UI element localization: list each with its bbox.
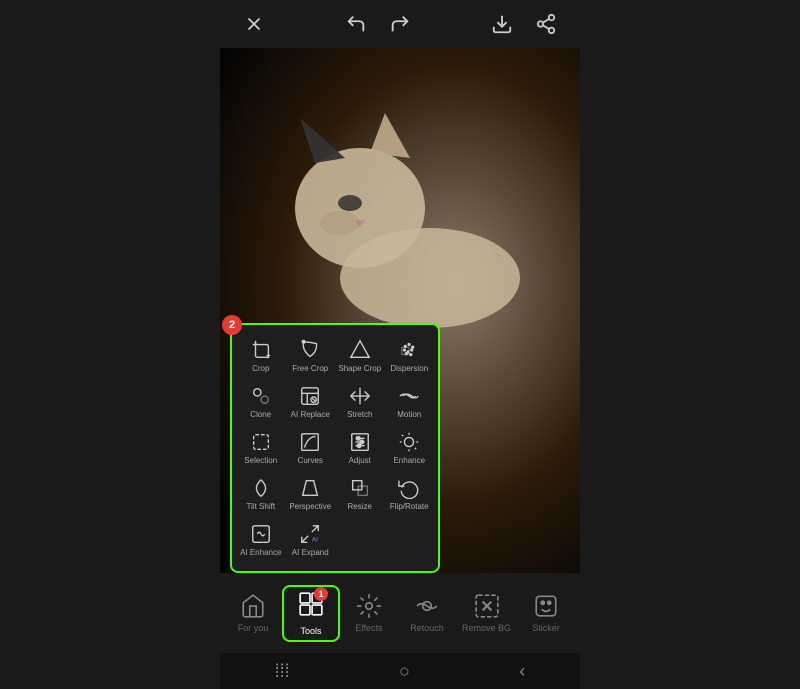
svg-text:AI: AI: [312, 536, 318, 543]
tab-tools[interactable]: 1 Tools: [282, 585, 340, 642]
top-bar-left: [236, 6, 272, 42]
top-bar-center: [338, 6, 418, 42]
share-button[interactable]: [528, 6, 564, 42]
top-bar-right: [484, 6, 564, 42]
tools-panel: 2 Crop Free Crop Shape Crop: [230, 323, 440, 573]
cat-photo-svg: [270, 108, 530, 328]
nav-menu-button[interactable]: ⁞⁞⁞: [275, 661, 290, 682]
tools-badge: 1: [314, 587, 328, 601]
tab-for-you[interactable]: For you: [224, 589, 282, 637]
tool-stretch[interactable]: Stretch: [335, 379, 385, 425]
image-area: 2 Crop Free Crop Shape Crop: [220, 48, 580, 573]
tool-ai-replace[interactable]: AI Replace: [286, 379, 336, 425]
nav-back-button[interactable]: ‹: [519, 661, 525, 682]
tool-tilt-shift[interactable]: Tilt Shift: [236, 471, 286, 517]
tool-crop[interactable]: Crop: [236, 333, 286, 379]
tool-free-crop[interactable]: Free Crop: [286, 333, 336, 379]
redo-button[interactable]: [382, 6, 418, 42]
tools-tab-icon-wrapper: 1: [298, 591, 324, 622]
bottom-toolbar: For you 1 Tools Effects: [220, 573, 580, 653]
tool-selection[interactable]: Selection: [236, 425, 286, 471]
tool-motion[interactable]: Motion: [385, 379, 435, 425]
tab-retouch[interactable]: Retouch: [398, 589, 456, 637]
tool-enhance[interactable]: Enhance: [385, 425, 435, 471]
tab-remove-bg[interactable]: Remove BG: [456, 589, 517, 637]
tools-panel-badge: 2: [222, 315, 242, 335]
nav-home-button[interactable]: ○: [399, 661, 410, 682]
tools-grid: Crop Free Crop Shape Crop: [236, 333, 434, 563]
tool-resize[interactable]: Resize: [335, 471, 385, 517]
tool-adjust[interactable]: Adjust: [335, 425, 385, 471]
tab-effects[interactable]: Effects: [340, 589, 398, 637]
undo-button[interactable]: [338, 6, 374, 42]
close-button[interactable]: [236, 6, 272, 42]
tool-ai-expand[interactable]: AI AI Expand: [286, 517, 336, 563]
top-bar: [220, 0, 580, 48]
nav-bar: ⁞⁞⁞ ○ ‹: [220, 653, 580, 689]
tool-dispersion[interactable]: Dispersion: [385, 333, 435, 379]
tool-perspective[interactable]: Perspective: [286, 471, 336, 517]
download-button[interactable]: [484, 6, 520, 42]
tool-flip-rotate[interactable]: Flip/Rotate: [385, 471, 435, 517]
phone-container: 2 Crop Free Crop Shape Crop: [220, 0, 580, 689]
tool-clone[interactable]: Clone: [236, 379, 286, 425]
tab-sticker[interactable]: Sticker: [517, 589, 575, 637]
tool-ai-enhance[interactable]: AI Enhance: [236, 517, 286, 563]
tool-curves[interactable]: Curves: [286, 425, 336, 471]
tool-shape-crop[interactable]: Shape Crop: [335, 333, 385, 379]
